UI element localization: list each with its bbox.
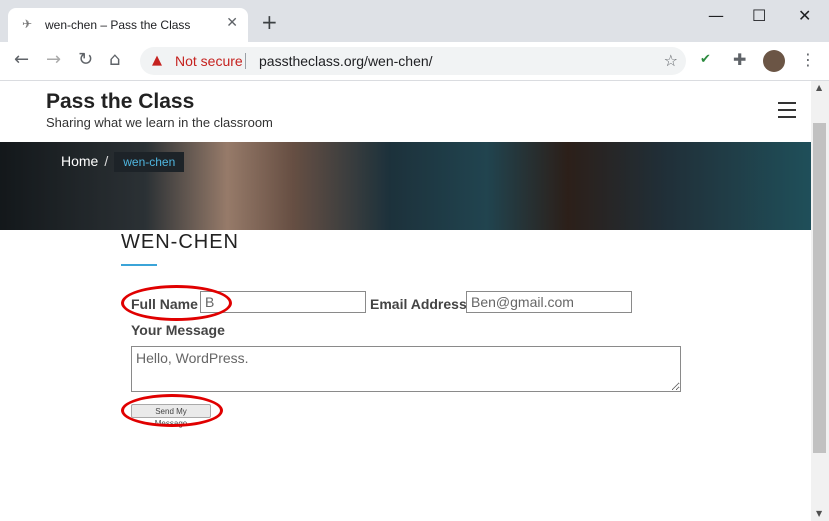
site-brand[interactable]: Pass the Class — [46, 90, 194, 114]
title-underline — [121, 264, 157, 266]
new-tab-icon[interactable]: + — [261, 12, 278, 32]
security-status[interactable]: Not secure — [175, 53, 243, 69]
reload-icon[interactable]: ↻ — [78, 51, 93, 69]
hero-banner: Home / wen-chen — [0, 142, 811, 230]
scrollbar-thumb[interactable] — [813, 123, 826, 453]
breadcrumb-current: wen-chen — [114, 152, 185, 172]
maximize-icon[interactable]: ☐ — [752, 6, 766, 25]
browser-toolbar: ← → ↻ ⌂ ▲ Not secure passtheclass.org/we… — [0, 42, 829, 81]
breadcrumb-separator: / — [104, 153, 109, 169]
forward-arrow-icon[interactable]: → — [46, 51, 61, 69]
site-favicon-icon: ✈ — [22, 17, 33, 31]
home-icon[interactable]: ⌂ — [109, 51, 120, 69]
extension-check-icon[interactable]: ✔ — [700, 52, 711, 67]
send-button-highlight-circle — [121, 394, 223, 427]
email-label: Email Address — [370, 296, 467, 312]
window-close-icon[interactable]: ✕ — [798, 6, 811, 25]
bookmark-star-icon[interactable]: ☆ — [664, 51, 678, 70]
back-arrow-icon[interactable]: ← — [14, 51, 29, 69]
scroll-down-icon[interactable]: ▼ — [816, 509, 822, 518]
breadcrumb-home-link[interactable]: Home — [61, 153, 98, 169]
hamburger-menu-icon[interactable] — [778, 102, 796, 123]
tab-strip: ✈ wen-chen – Pass the Class ✕ + — ☐ ✕ — [0, 0, 829, 42]
tab-close-icon[interactable]: ✕ — [226, 15, 238, 31]
email-input[interactable] — [466, 291, 632, 313]
profile-avatar[interactable] — [763, 50, 785, 72]
browser-tab[interactable]: ✈ wen-chen – Pass the Class ✕ — [8, 8, 248, 42]
omnibox-divider — [245, 53, 246, 69]
scroll-up-icon[interactable]: ▲ — [816, 83, 822, 92]
url-text[interactable]: passtheclass.org/wen-chen/ — [259, 53, 433, 69]
message-textarea[interactable]: Hello, WordPress. — [131, 346, 681, 392]
extensions-puzzle-icon[interactable]: ✚ — [733, 50, 746, 69]
page-title: WEN-CHEN — [121, 231, 239, 253]
page-scrollbar[interactable]: ▲ ▼ — [811, 81, 829, 521]
full-name-highlight-circle — [121, 285, 232, 321]
minimize-icon[interactable]: — — [708, 6, 724, 25]
site-tagline: Sharing what we learn in the classroom — [46, 115, 273, 130]
browser-menu-icon[interactable]: ⋮ — [800, 50, 816, 69]
breadcrumb: Home / wen-chen — [61, 152, 185, 172]
address-bar[interactable]: ▲ Not secure passtheclass.org/wen-chen/ … — [140, 47, 686, 75]
tab-title: wen-chen – Pass the Class — [45, 18, 191, 32]
warning-triangle-icon[interactable]: ▲ — [152, 53, 162, 68]
message-label: Your Message — [131, 322, 225, 338]
